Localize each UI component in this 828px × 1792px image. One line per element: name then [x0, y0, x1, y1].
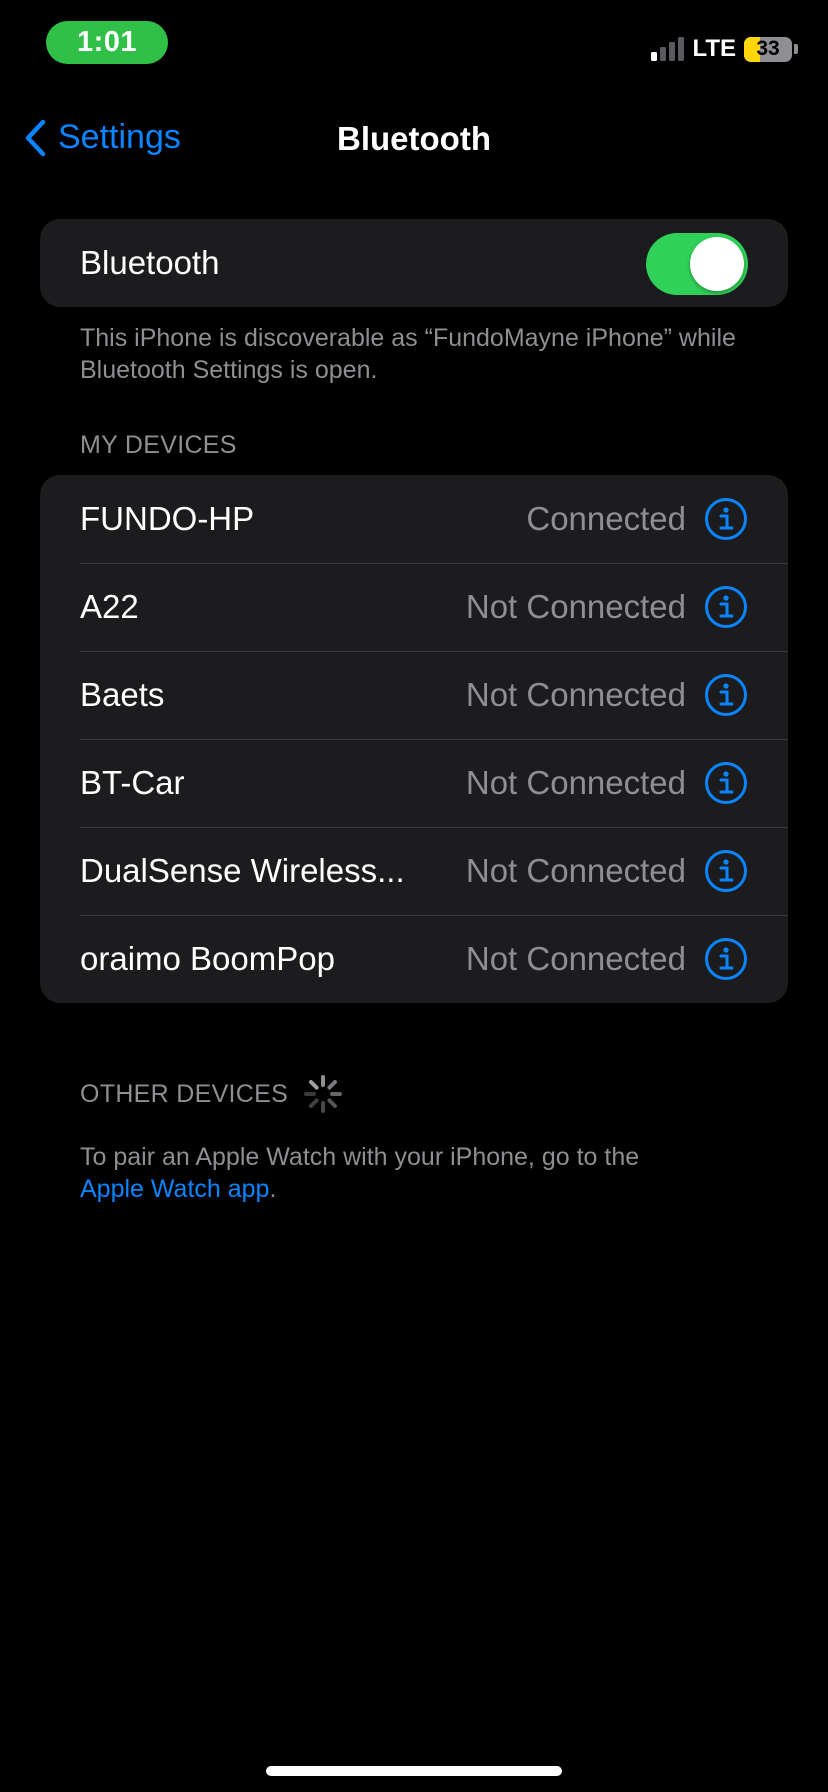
info-icon[interactable]: [704, 849, 748, 893]
info-icon[interactable]: [704, 497, 748, 541]
apple-watch-app-link[interactable]: Apple Watch app: [80, 1175, 269, 1203]
status-time: 1:01: [76, 26, 138, 58]
info-icon[interactable]: [704, 761, 748, 805]
battery-icon: 33: [744, 36, 792, 62]
device-name: BT-Car: [80, 764, 185, 801]
bluetooth-label: Bluetooth: [80, 244, 220, 281]
status-time-pill[interactable]: 1:01: [46, 21, 168, 64]
battery-cap: [794, 44, 798, 54]
device-status: Not Connected: [465, 852, 686, 889]
toggle-knob: [690, 237, 744, 291]
device-name: A22: [80, 588, 139, 625]
apple-watch-note-suffix: .: [269, 1175, 277, 1203]
device-row-bt-car[interactable]: BT-Car Not Connected: [40, 739, 788, 827]
device-row-a22[interactable]: A22 Not Connected: [40, 563, 788, 651]
device-row-fundo-hp[interactable]: FUNDO-HP Connected: [40, 475, 788, 563]
apple-watch-note: To pair an Apple Watch with your iPhone,…: [80, 1141, 768, 1205]
device-row-oraimo-boompop[interactable]: oraimo BoomPop Not Connected: [40, 915, 788, 1003]
info-icon[interactable]: [704, 937, 748, 981]
cellular-signal-icon: [651, 37, 685, 61]
device-row-baets[interactable]: Baets Not Connected: [40, 651, 788, 739]
device-name: Baets: [80, 676, 165, 713]
bluetooth-toggle[interactable]: [646, 233, 748, 295]
my-devices-header: MY DEVICES: [80, 431, 237, 459]
home-indicator[interactable]: [266, 1766, 562, 1776]
info-icon[interactable]: [704, 585, 748, 629]
device-name: FUNDO-HP: [80, 500, 255, 537]
loading-spinner-icon: [304, 1075, 342, 1113]
device-status: Not Connected: [465, 676, 686, 713]
battery-percent: 33: [756, 37, 780, 60]
other-devices-header: OTHER DEVICES: [80, 1080, 289, 1108]
discoverable-note: This iPhone is discoverable as “FundoMay…: [80, 324, 736, 384]
info-icon[interactable]: [704, 673, 748, 717]
device-status: Connected: [526, 500, 686, 537]
apple-watch-note-text: To pair an Apple Watch with your iPhone,…: [80, 1143, 640, 1171]
my-devices-list: FUNDO-HP Connected A22 Not Connected Bae…: [40, 475, 788, 1003]
device-name: oraimo BoomPop: [80, 940, 335, 977]
bluetooth-toggle-group: Bluetooth: [40, 219, 788, 307]
network-type: LTE: [692, 35, 736, 62]
device-name: DualSense Wireless...: [80, 852, 405, 889]
device-row-dualsense[interactable]: DualSense Wireless... Not Connected: [40, 827, 788, 915]
status-indicators: LTE 33: [651, 34, 798, 64]
device-status: Not Connected: [465, 764, 686, 801]
device-status: Not Connected: [465, 940, 686, 977]
device-status: Not Connected: [465, 588, 686, 625]
page-title: Bluetooth: [337, 120, 491, 157]
